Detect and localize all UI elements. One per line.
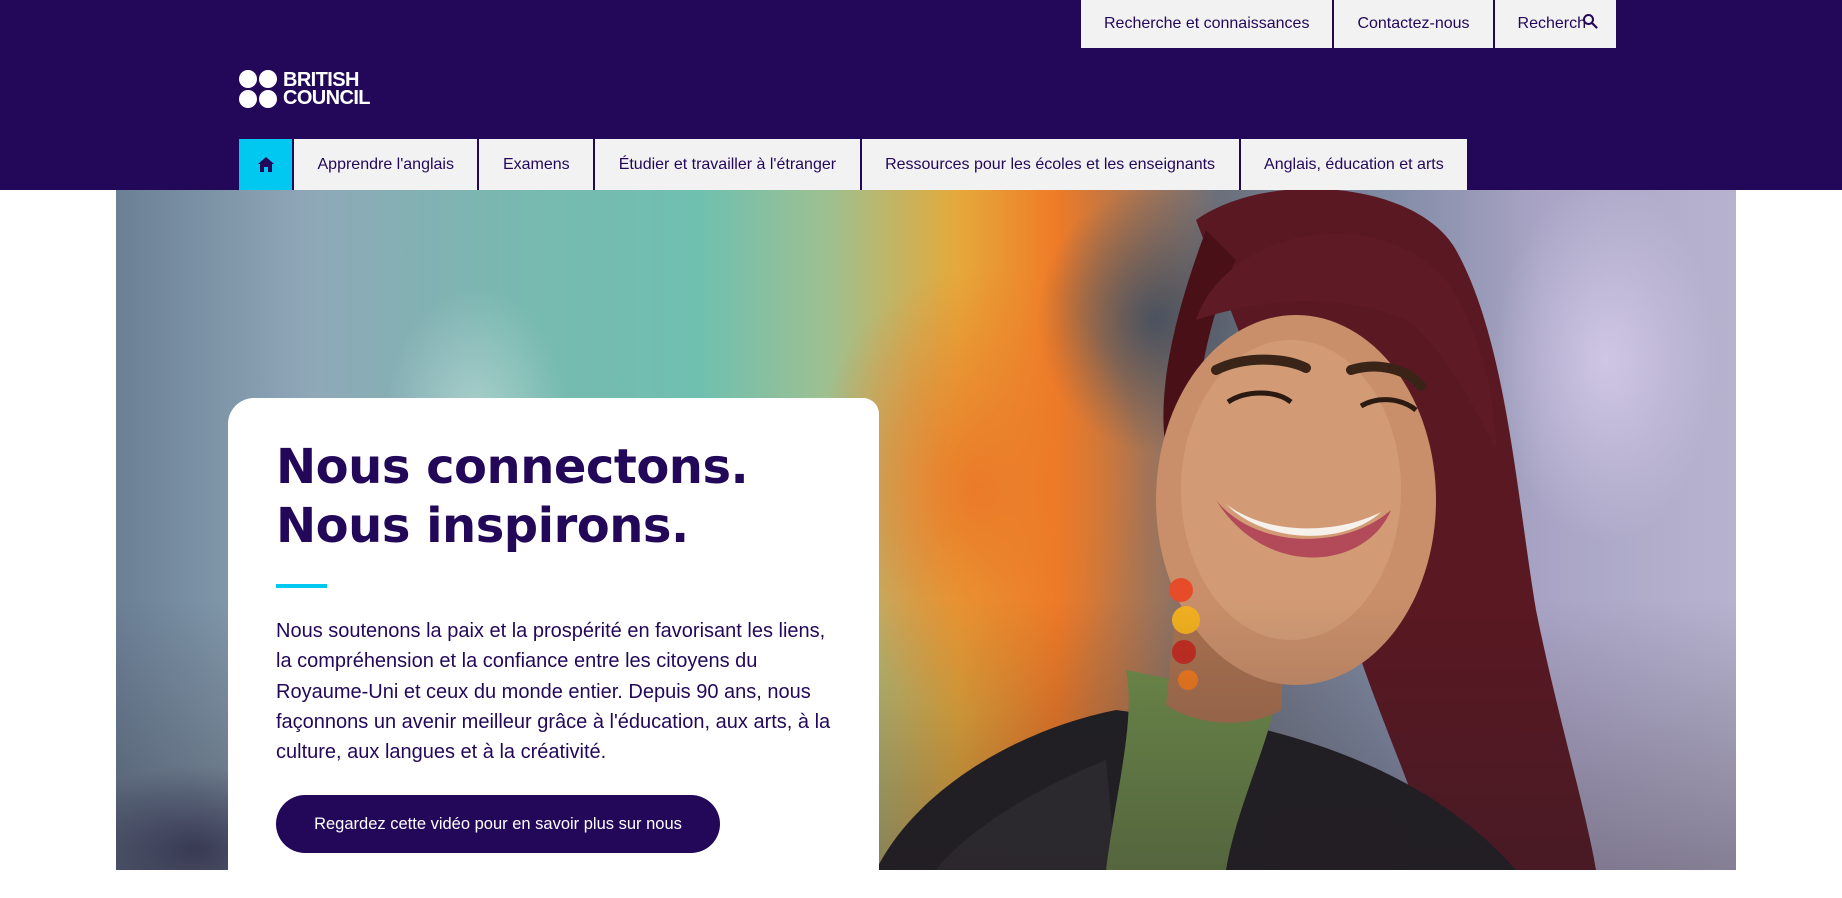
nav-item-learn-english[interactable]: Apprendre l'anglais (294, 139, 478, 190)
hero-title: Nous connectons. Nous inspirons. (276, 438, 831, 556)
search-button-label: Recherch (1517, 15, 1586, 32)
nav-item-study-abroad[interactable]: Étudier et travailler à l'étranger (595, 139, 860, 190)
contact-link-label: Contactez-nous (1357, 15, 1470, 32)
nav-item-label: Étudier et travailler à l'étranger (618, 155, 837, 173)
british-council-logo[interactable]: BRITISH COUNCIL (239, 70, 371, 109)
search-icon (1583, 14, 1598, 29)
nav-item-label: Examens (502, 155, 570, 173)
research-link[interactable]: Recherche et connaissances (1081, 0, 1333, 48)
contact-link[interactable]: Contactez-nous (1334, 0, 1493, 48)
logo-dots-icon (239, 70, 277, 108)
nav-item-label: Apprendre l'anglais (317, 155, 454, 173)
nav-item-label: Anglais, éducation et arts (1264, 155, 1444, 173)
logo-wordmark: BRITISH COUNCIL (283, 70, 371, 109)
research-link-label: Recherche et connaissances (1104, 15, 1310, 32)
accent-divider (276, 584, 327, 588)
nav-home-button[interactable] (239, 139, 292, 190)
utility-nav: Recherche et connaissances Contactez-nou… (1081, 0, 1616, 48)
hero-title-line-1: Nous connectons. (276, 439, 749, 495)
nav-item-school-resources[interactable]: Ressources pour les écoles et les enseig… (861, 139, 1239, 190)
main-nav: Apprendre l'anglais Examens Étudier et t… (239, 139, 1468, 190)
watch-video-button[interactable]: Regardez cette vidéo pour en savoir plus… (276, 795, 720, 853)
nav-item-english-education-arts[interactable]: Anglais, éducation et arts (1240, 139, 1468, 190)
nav-item-exams[interactable]: Examens (479, 139, 594, 190)
nav-item-label: Ressources pour les écoles et les enseig… (885, 155, 1216, 173)
home-icon (257, 157, 274, 172)
watch-video-button-label: Regardez cette vidéo pour en savoir plus… (314, 814, 682, 833)
hero-title-line-2: Nous inspirons. (276, 498, 689, 554)
hero-card: Nous connectons. Nous inspirons. Nous so… (228, 398, 879, 898)
search-button[interactable]: Recherch (1494, 0, 1616, 48)
logo-line-2: COUNCIL (283, 87, 371, 109)
hero-body-text: Nous soutenons la paix et la prospérité … (276, 620, 831, 764)
site-header: Recherche et connaissances Contactez-nou… (0, 0, 1842, 190)
